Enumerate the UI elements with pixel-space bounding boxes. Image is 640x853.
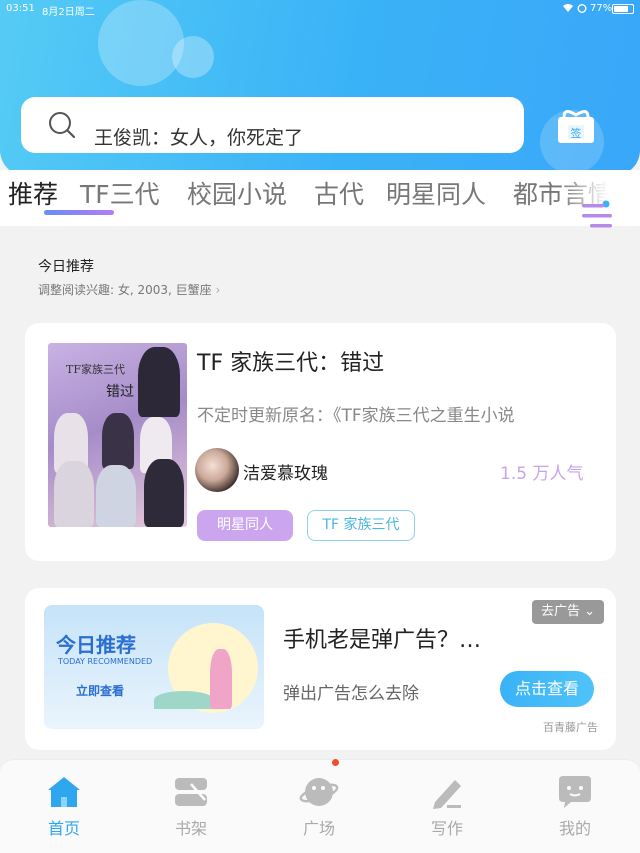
interest-settings-link[interactable]: 调整阅读兴趣: 女, 2003, 巨蟹座 › (38, 281, 220, 298)
search-placeholder: 王俊凯：女人，你死定了 (94, 127, 304, 149)
book-description: 不定时更新原名：《TF家族三代之重生小说 (197, 406, 515, 426)
nav-plaza[interactable]: 广场 (269, 760, 369, 853)
home-icon (48, 777, 80, 807)
ad-image-subtitle: TODAY RECOMMENDED (58, 657, 153, 666)
battery-percent: 77% (590, 3, 613, 14)
nav-write[interactable]: 写作 (397, 760, 497, 853)
ad-card[interactable]: 今日推荐 TODAY RECOMMENDED 立即查看 手机老是弹广告？… 弹出… (25, 588, 616, 750)
nav-me-label: 我的 (558, 819, 591, 838)
status-bar: 03:51 8月2日周二 77% (0, 0, 640, 18)
tab-tf-third[interactable]: TF三代 (80, 175, 160, 211)
search-icon (49, 112, 76, 139)
ad-title: 手机老是弹广告？… (283, 628, 482, 653)
section-title: 今日推荐 (38, 259, 94, 275)
alarm-icon (577, 3, 587, 16)
battery-icon (612, 4, 634, 14)
nav-plaza-label: 广场 (302, 819, 335, 838)
nav-me[interactable]: 我的 (525, 760, 625, 853)
tab-ancient[interactable]: 古代 (314, 175, 364, 211)
bookshelf-icon (175, 778, 207, 806)
ad-image-cta: 立即查看 (76, 684, 125, 698)
cover-text: TF家族三代 (66, 363, 125, 376)
category-tabs: 推荐 TF三代 校园小说 古代 明星同人 都市言情 (0, 170, 640, 226)
menu-icon[interactable] (578, 196, 618, 232)
tab-star-fanfic[interactable]: 明星同人 (386, 175, 486, 211)
book-cover: TF家族三代 错过 (48, 343, 187, 527)
tab-recommend[interactable]: 推荐 (8, 175, 58, 211)
interest-settings-text: 调整阅读兴趣: 女, 2003, 巨蟹座 (38, 283, 212, 297)
header: 03:51 8月2日周二 77% 王俊凯：女人，你死定了 签 (0, 0, 640, 176)
bottom-nav: 首页 书架 广场 写作 我的 (0, 759, 640, 853)
nav-home-label: 首页 (47, 819, 80, 838)
author-avatar (195, 448, 239, 492)
sign-in-gift-icon[interactable]: 签 (554, 103, 598, 147)
pen-icon (433, 780, 461, 809)
chat-face-icon (559, 776, 591, 808)
nav-write-label: 写作 (430, 819, 463, 838)
nav-bookshelf[interactable]: 书架 (141, 760, 241, 853)
status-date: 8月2日周二 (42, 7, 95, 18)
tag-star-fanfic[interactable]: 明星同人 (197, 510, 293, 541)
status-time: 03:51 (6, 3, 35, 14)
search-bar[interactable]: 王俊凯：女人，你死定了 (21, 97, 524, 153)
ad-description: 弹出广告怎么去除 (283, 684, 419, 704)
notification-dot (332, 759, 339, 766)
wifi-icon (562, 3, 574, 16)
ad-image-title: 今日推荐 (56, 633, 136, 657)
popularity-count: 1.5 万人气 (500, 464, 584, 484)
ad-view-button[interactable]: 点击查看 (500, 671, 594, 707)
remove-ad-button[interactable]: 去广告 ⌄ (532, 600, 604, 624)
tag-tf-family[interactable]: TF 家族三代 (307, 510, 415, 541)
chevron-down-icon: ⌄ (584, 604, 596, 619)
ad-image: 今日推荐 TODAY RECOMMENDED 立即查看 (44, 605, 264, 729)
remove-ad-label: 去广告 (540, 604, 580, 619)
girl-illustration (210, 649, 232, 709)
author-name: 洁爱慕玫瑰 (243, 464, 328, 484)
tab-campus[interactable]: 校园小说 (187, 175, 287, 211)
sign-in-label: 签 (571, 126, 582, 140)
book-card[interactable]: TF家族三代 错过 TF 家族三代：错过 不定时更新原名：《TF家族三代之重生小… (25, 323, 616, 561)
active-tab-indicator (44, 210, 114, 215)
chevron-right-icon: › (215, 283, 221, 297)
nav-home[interactable]: 首页 (14, 760, 114, 853)
planet-icon (299, 778, 339, 806)
book-title: TF 家族三代：错过 (197, 351, 385, 376)
decor-bubble (172, 36, 214, 78)
nav-bookshelf-label: 书架 (174, 819, 207, 838)
ad-source: 百青藤广告 (543, 721, 598, 734)
cover-subtitle: 错过 (106, 384, 134, 400)
